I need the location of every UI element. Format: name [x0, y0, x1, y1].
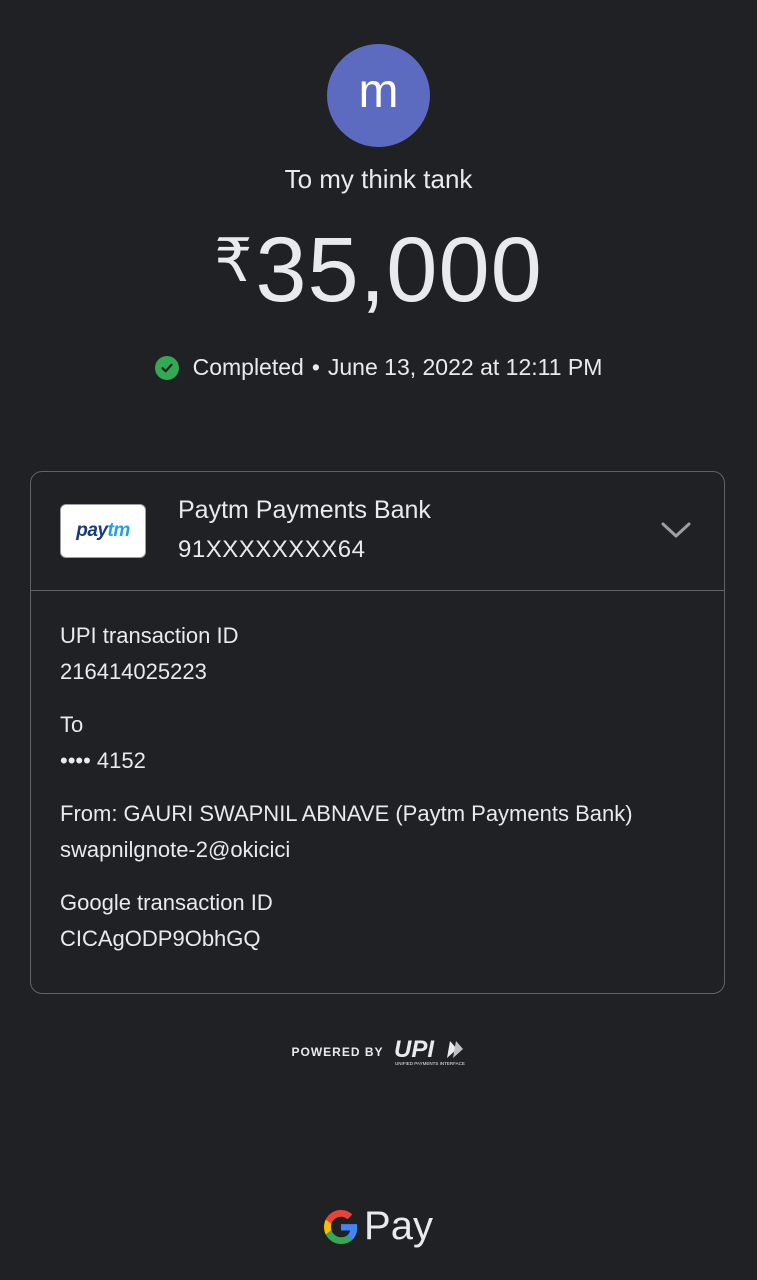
paytm-logo: pay tm	[60, 504, 146, 558]
bank-name: Paytm Payments Bank	[178, 496, 431, 524]
upi-tagline: UNIFIED PAYMENTS INTERFACE	[395, 1061, 465, 1066]
payee-avatar: m	[327, 44, 430, 147]
detail-label: UPI transaction ID	[60, 623, 239, 648]
detail-label: To	[60, 712, 84, 737]
bank-account-header[interactable]: pay tm Paytm Payments Bank 91XXXXXXXX64	[31, 472, 724, 591]
upi-logo: UPI UNIFIED PAYMENTS INTERFACE	[394, 1038, 465, 1066]
check-circle-icon	[154, 355, 179, 380]
status-datetime: June 13, 2022 at 12:11 PM	[327, 354, 603, 380]
paytm-logo-part-b: tm	[107, 520, 131, 541]
avatar-letter: m	[358, 64, 399, 118]
payee-title: To my think tank	[284, 164, 473, 194]
status-separator: •	[311, 354, 320, 380]
detail-value: swapnilgnote-2@okicici	[60, 837, 291, 862]
amount-display: ₹35,000	[0, 218, 757, 323]
detail-value[interactable]: CICAgODP9ObhGQ	[60, 924, 724, 954]
detail-value[interactable]: 216414025223	[60, 657, 724, 687]
detail-row: Google transaction ID CICAgODP9ObhGQ	[60, 888, 724, 954]
detail-row: From: GAURI SWAPNIL ABNAVE (Paytm Paymen…	[60, 799, 724, 865]
detail-row: UPI transaction ID 216414025223	[60, 621, 724, 687]
chevron-up-icon[interactable]	[658, 514, 694, 544]
currency-symbol: ₹	[214, 227, 254, 294]
paytm-logo-part-a: pay	[76, 520, 108, 541]
detail-label: Google transaction ID	[60, 890, 273, 915]
gpay-branding: Pay	[0, 1204, 757, 1249]
gpay-label: Pay	[364, 1204, 433, 1248]
transaction-status: Completed • June 13, 2022 at 12:11 PM	[0, 354, 757, 381]
powered-by-upi: POWERED BY UPI UNIFIED PAYMENTS INTERFAC…	[0, 1038, 757, 1066]
upi-logo-text: UPI	[394, 1038, 435, 1063]
detail-label: From: GAURI SWAPNIL ABNAVE (Paytm Paymen…	[60, 801, 633, 826]
detail-value: •••• 4152	[60, 748, 146, 773]
transaction-details-card: pay tm Paytm Payments Bank 91XXXXXXXX64 U…	[30, 471, 725, 994]
amount-value: 35,000	[255, 219, 543, 321]
details-list: UPI transaction ID 216414025223 To •••• …	[31, 591, 724, 954]
bank-account-number: 91XXXXXXXX64	[178, 536, 366, 563]
detail-row: To •••• 4152	[60, 710, 724, 776]
google-g-icon	[324, 1209, 358, 1244]
status-text: Completed	[192, 354, 304, 380]
powered-by-label: POWERED BY	[291, 1045, 384, 1059]
